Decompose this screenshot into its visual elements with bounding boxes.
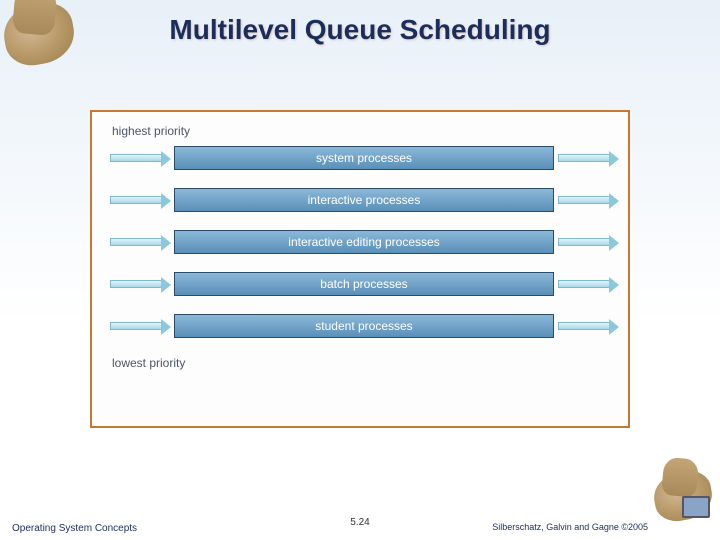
arrow-out-icon: [558, 154, 610, 162]
arrow-in-icon: [110, 154, 162, 162]
queue-box: batch processes: [174, 272, 554, 296]
footer-left: Operating System Concepts: [12, 523, 137, 534]
slide-title: Multilevel Queue Scheduling: [0, 0, 720, 46]
dinosaur-logo-top: [4, 4, 74, 64]
arrow-out-icon: [558, 238, 610, 246]
arrow-out-icon: [558, 196, 610, 204]
queue-box: student processes: [174, 314, 554, 338]
footer: Operating System Concepts 5.24 Silbersch…: [0, 522, 720, 534]
queue-box: system processes: [174, 146, 554, 170]
diagram-frame: highest priority system processes intera…: [90, 110, 630, 428]
highest-priority-label: highest priority: [112, 124, 610, 138]
queue-row: system processes: [110, 146, 610, 170]
dinosaur-logo-bottom: [654, 472, 712, 520]
arrow-out-icon: [558, 322, 610, 330]
lowest-priority-label: lowest priority: [112, 356, 610, 370]
queue-box: interactive processes: [174, 188, 554, 212]
monitor-icon: [682, 496, 710, 518]
footer-page-number: 5.24: [350, 517, 369, 528]
arrow-out-icon: [558, 280, 610, 288]
arrow-in-icon: [110, 196, 162, 204]
footer-copyright: Silberschatz, Galvin and Gagne ©2005: [492, 522, 708, 532]
queue-row: batch processes: [110, 272, 610, 296]
arrow-in-icon: [110, 322, 162, 330]
arrow-in-icon: [110, 280, 162, 288]
queue-box: interactive editing processes: [174, 230, 554, 254]
queue-row: interactive processes: [110, 188, 610, 212]
queue-row: student processes: [110, 314, 610, 338]
arrow-in-icon: [110, 238, 162, 246]
queue-row: interactive editing processes: [110, 230, 610, 254]
